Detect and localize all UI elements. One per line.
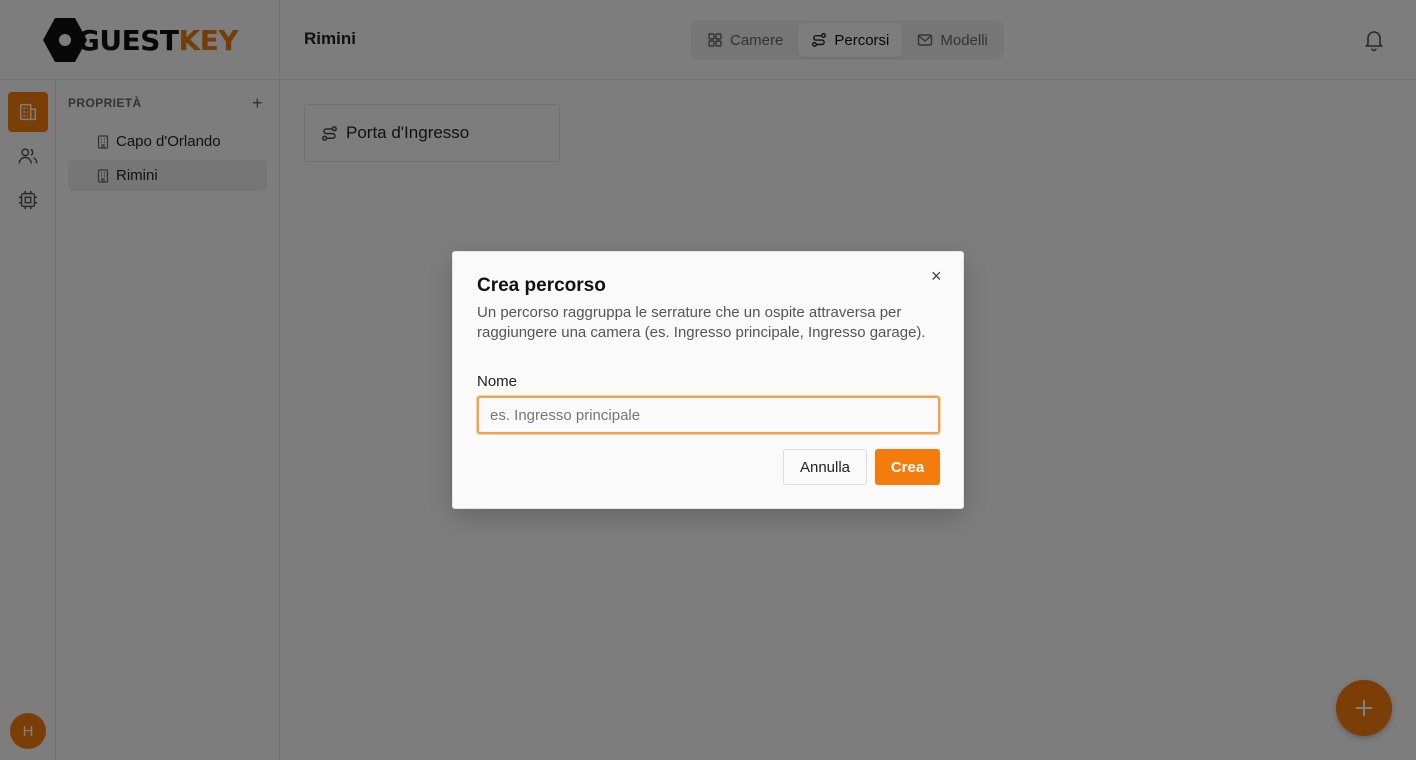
dialog-description: Un percorso raggruppa le serrature che u… xyxy=(477,304,926,341)
create-button[interactable]: Crea xyxy=(875,449,940,485)
name-input[interactable] xyxy=(477,396,940,434)
cancel-button[interactable]: Annulla xyxy=(783,449,867,485)
create-route-dialog: Crea percorso × Un percorso raggruppa le… xyxy=(452,251,964,509)
close-icon[interactable]: × xyxy=(931,267,942,285)
name-label: Nome xyxy=(477,373,518,390)
dialog-title: Crea percorso xyxy=(477,275,606,296)
